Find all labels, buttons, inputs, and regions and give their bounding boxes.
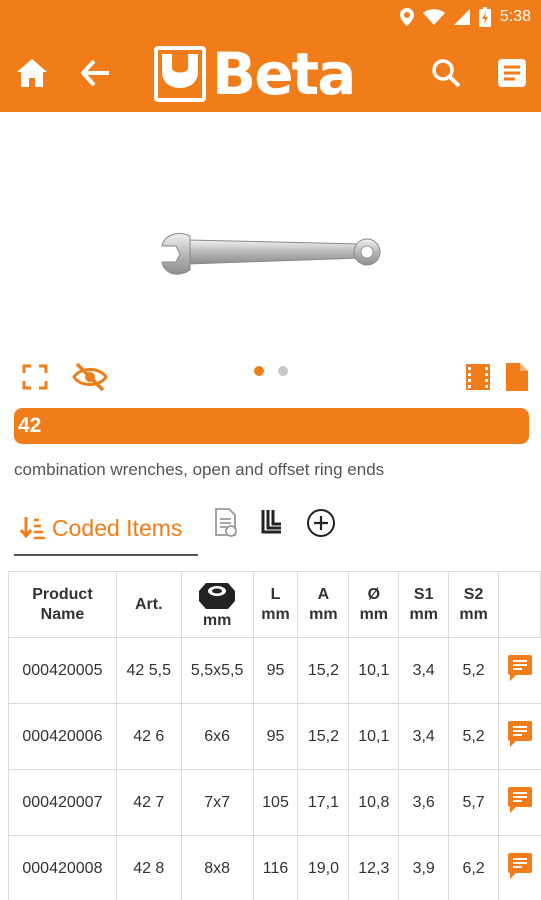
- cell-s2: 5,2: [448, 703, 500, 770]
- spec-doc-icon: [215, 508, 237, 537]
- table-row[interactable]: 000420007 42 7 7x7 105 17,1 10,8 3,6 5,7: [8, 769, 541, 836]
- cell-diameter: 10,8: [348, 769, 400, 836]
- header-art: Art.: [115, 571, 182, 638]
- comment-button[interactable]: [498, 835, 541, 900]
- cell-a: 15,2: [297, 637, 350, 704]
- hex-nut-icon: [199, 582, 236, 609]
- comment-icon: [507, 853, 532, 879]
- hex-keys-icon: [261, 510, 281, 534]
- comment-icon: [507, 721, 532, 747]
- image-toolbar: [0, 356, 541, 396]
- search-button[interactable]: [429, 56, 463, 90]
- video-icon[interactable]: [466, 364, 490, 390]
- cell-s1: 3,6: [398, 769, 450, 836]
- header-product-name: Product Name: [8, 571, 117, 638]
- status-bar: 5:38: [0, 0, 541, 34]
- cell-s1: 3,9: [398, 835, 450, 900]
- signal-icon: [453, 9, 470, 25]
- cell-l: 105: [252, 769, 299, 836]
- cell-product: 000420005: [8, 637, 117, 704]
- cell-s1: 3,4: [398, 637, 450, 704]
- notes-icon: [498, 59, 526, 87]
- table-row[interactable]: 000420008 42 8 8x8 116 19,0 12,3 3,9 6,2: [8, 835, 541, 900]
- location-icon: [399, 8, 414, 26]
- cell-l: 116: [252, 835, 299, 900]
- wrench-logo-mark: [154, 46, 206, 102]
- tab-spec-document[interactable]: [211, 508, 241, 538]
- comment-button[interactable]: [498, 703, 541, 770]
- table-header-row: Product Name Art. mm Lmm Amm Ømm S1 mm S2 m…: [8, 571, 541, 638]
- cell-product: 000420006: [8, 703, 117, 770]
- app-bar: Beta: [0, 34, 541, 112]
- tab-coded-items[interactable]: Coded Items: [14, 502, 198, 556]
- tab-bar: Coded Items: [14, 502, 534, 558]
- home-button[interactable]: [15, 56, 49, 90]
- table-row[interactable]: 000420005 42 5,5 5,5x5,5 95 15,2 10,1 3,…: [8, 637, 541, 704]
- carousel-indicator: [254, 366, 288, 376]
- comment-icon: [507, 787, 532, 813]
- cell-art: 42 6: [115, 703, 182, 770]
- cell-l: 95: [252, 637, 299, 704]
- back-arrow-icon: [81, 60, 109, 86]
- header-a: Amm: [297, 571, 350, 638]
- product-code-bar: 42: [14, 408, 529, 444]
- battery-icon: [478, 7, 491, 27]
- cell-size: 7x7: [180, 769, 254, 836]
- cell-product: 000420008: [8, 835, 117, 900]
- cell-s2: 5,7: [448, 769, 500, 836]
- hide-eye-icon[interactable]: [72, 362, 108, 392]
- header-actions: [498, 571, 541, 638]
- document-icon[interactable]: [506, 363, 528, 391]
- cell-s2: 6,2: [448, 835, 500, 900]
- cell-a: 15,2: [297, 703, 350, 770]
- cell-diameter: 10,1: [348, 637, 400, 704]
- carousel-dot[interactable]: [278, 366, 288, 376]
- cell-a: 19,0: [297, 835, 350, 900]
- comment-button[interactable]: [498, 769, 541, 836]
- status-time: 5:38: [499, 8, 531, 25]
- product-image-carousel[interactable]: [0, 112, 541, 352]
- cell-art: 42 8: [115, 835, 182, 900]
- header-diameter: Ømm: [348, 571, 400, 638]
- cell-a: 17,1: [297, 769, 350, 836]
- header-s1: S1 mm: [398, 571, 450, 638]
- product-description: combination wrenches, open and offset ri…: [14, 460, 385, 479]
- sort-down-icon: [20, 517, 45, 540]
- cell-diameter: 10,1: [348, 703, 400, 770]
- wrench-image: [161, 233, 381, 275]
- search-icon: [432, 59, 461, 88]
- cell-product: 000420007: [8, 769, 117, 836]
- carousel-dot-active[interactable]: [254, 366, 264, 376]
- header-l: Lmm: [252, 571, 299, 638]
- coded-items-table: Product Name Art. mm Lmm Amm Ømm S1 mm S2 m…: [8, 571, 541, 900]
- cell-s2: 5,2: [448, 637, 500, 704]
- cell-l: 95: [252, 703, 299, 770]
- cell-s1: 3,4: [398, 703, 450, 770]
- table-row[interactable]: 000420006 42 6 6x6 95 15,2 10,1 3,4 5,2: [8, 703, 541, 770]
- beta-logo: Beta: [154, 40, 356, 108]
- cell-size: 5,5x5,5: [180, 637, 254, 704]
- header-nut-size: mm: [180, 571, 254, 638]
- tab-coded-items-label: Coded Items: [52, 514, 183, 541]
- add-circle-icon: [307, 509, 335, 537]
- product-code: 42: [18, 414, 42, 437]
- home-icon: [17, 59, 47, 87]
- wifi-icon: [422, 9, 445, 25]
- brand-wordmark: Beta: [212, 40, 356, 108]
- tab-hex-keys[interactable]: [256, 508, 286, 538]
- comment-icon: [507, 655, 532, 681]
- notes-button[interactable]: [495, 56, 529, 90]
- cell-size: 6x6: [180, 703, 254, 770]
- cell-art: 42 5,5: [115, 637, 182, 704]
- cell-size: 8x8: [180, 835, 254, 900]
- cell-diameter: 12,3: [348, 835, 400, 900]
- fullscreen-icon[interactable]: [22, 364, 48, 390]
- comment-button[interactable]: [498, 637, 541, 704]
- header-s2: S2 mm: [448, 571, 500, 638]
- back-button[interactable]: [78, 56, 112, 90]
- tab-add[interactable]: [306, 508, 336, 538]
- cell-art: 42 7: [115, 769, 182, 836]
